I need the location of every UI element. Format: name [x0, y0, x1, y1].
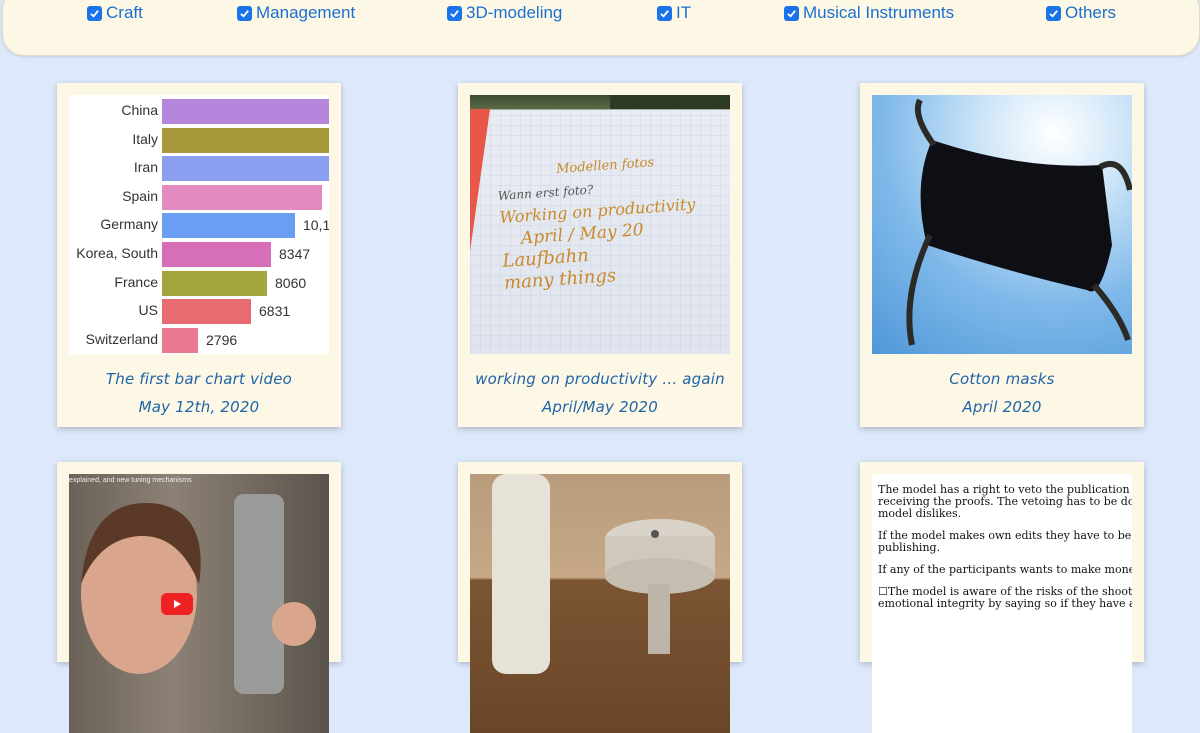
project-card-cotton-masks[interactable]: Cotton masks April 2020 [860, 83, 1144, 427]
chart-category-label: US [138, 302, 158, 319]
filter-label: IT [676, 3, 692, 22]
chart-category-label: Switzerland [85, 330, 158, 347]
bar-chart-thumbnail: China Italy Iran Spain12,3 Germany 10,157 Kore… [69, 95, 329, 354]
chart-value-label: 6831 [259, 303, 291, 320]
chart-bar [162, 99, 329, 124]
document-thumbnail: The model has a right to veto the public… [872, 474, 1132, 733]
chart-category-label: Italy [132, 130, 158, 147]
project-card-document[interactable]: The model has a right to veto the public… [860, 462, 1144, 733]
chart-category-label: Germany [100, 216, 158, 233]
chart-category-label: Iran [133, 159, 158, 176]
chart-value-label: 8060 [275, 274, 307, 291]
chart-bar [162, 270, 267, 296]
checkbox-checked-icon[interactable] [447, 5, 462, 21]
card-title: The first bar chart video [105, 370, 293, 388]
chart-row: US 6831 [69, 299, 329, 325]
filter-it[interactable]: IT [657, 2, 691, 24]
chart-row: Switzerland 2796 [69, 327, 329, 354]
chart-value-label: 10,157 [303, 217, 329, 234]
project-card-3d-print[interactable] [458, 462, 742, 733]
filter-craft[interactable]: Craft [87, 2, 143, 24]
chart-row: Spain12,3 [69, 184, 329, 211]
chart-bar [162, 327, 198, 353]
checkbox-checked-icon[interactable] [657, 5, 672, 21]
chart-bar [162, 213, 295, 239]
chart-bar [162, 127, 329, 153]
card-caption: working on productivity ... again April/… [458, 365, 742, 421]
filter-management[interactable]: Management [237, 2, 355, 24]
card-title: Cotton masks [949, 370, 1055, 388]
chart-category-label: China [121, 102, 158, 118]
card-caption: The first bar chart video May 12th, 2020 [57, 365, 341, 421]
chart-row: Italy [69, 127, 329, 154]
chart-row: Germany 10,157 [69, 213, 329, 239]
filter-label: Management [256, 3, 356, 22]
checkbox-checked-icon[interactable] [237, 5, 252, 21]
card-title: working on productivity ... again [475, 370, 725, 388]
chart-row: France 8060 [69, 270, 329, 297]
filter-others[interactable]: Others [1046, 2, 1116, 24]
play-icon[interactable] [161, 593, 193, 615]
notebook-text: Modellen fotos Wann erst foto? Working o… [496, 147, 730, 295]
project-card-video[interactable]: explained, and new tuning mechanisms [57, 462, 341, 733]
category-filter-bar: Craft Management 3D-modeling IT Musical … [2, 0, 1200, 56]
mask-image [906, 98, 1132, 346]
chart-bar [162, 184, 322, 210]
filter-musical-instruments[interactable]: Musical Instruments [784, 2, 954, 24]
3d-print-image [492, 474, 715, 674]
project-card-productivity[interactable]: Modellen fotos Wann erst foto? Working o… [458, 83, 742, 427]
card-date: April 2020 [962, 398, 1042, 416]
chart-category-label: France [114, 273, 158, 290]
chart-category-label: Korea, South [76, 245, 158, 261]
video-thumbnail: explained, and new tuning mechanisms [69, 474, 329, 733]
notebook-photo: Modellen fotos Wann erst foto? Working o… [470, 95, 730, 354]
document-line: If the model makes own edits they have t… [878, 529, 1132, 554]
chart-bar [162, 156, 329, 182]
document-line: ☐The model is aware of the risks of the … [878, 585, 1132, 610]
document-line: The model has a right to veto the public… [878, 483, 1132, 520]
checkbox-checked-icon[interactable] [87, 5, 102, 21]
mask-photo [872, 95, 1132, 354]
checkbox-checked-icon[interactable] [1046, 5, 1061, 21]
chart-row: Korea, South 8347 [69, 242, 329, 268]
chart-value-label: 8347 [279, 246, 311, 262]
card-date: April/May 2020 [541, 398, 659, 416]
3d-print-photo [470, 474, 730, 733]
filter-label: Craft [106, 3, 143, 22]
filter-3d-modeling[interactable]: 3D-modeling [447, 2, 562, 24]
filter-label: 3D-modeling [466, 3, 563, 22]
filter-label: Others [1065, 3, 1117, 22]
chart-value-label: 2796 [206, 331, 238, 348]
chart-bar [162, 242, 271, 267]
chart-bar [162, 299, 251, 325]
project-card-bar-chart-video[interactable]: China Italy Iran Spain12,3 Germany 10,157 Kore… [57, 83, 341, 427]
document-line: If any of the participants wants to make… [878, 563, 1132, 576]
chart-category-label: Spain [122, 187, 158, 204]
filter-label: Musical Instruments [803, 3, 955, 22]
chart-row: China [69, 99, 329, 125]
chart-row: Iran [69, 156, 329, 182]
checkbox-checked-icon[interactable] [784, 5, 799, 21]
card-date: May 12th, 2020 [138, 398, 260, 416]
card-caption: Cotton masks April 2020 [860, 365, 1144, 421]
video-scene [81, 494, 316, 694]
